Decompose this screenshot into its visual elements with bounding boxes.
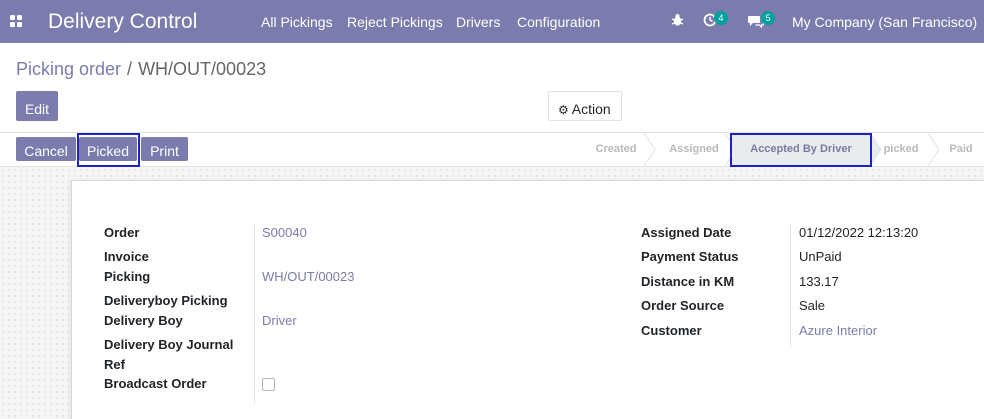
- stage-paid[interactable]: Paid: [938, 133, 984, 166]
- menu-all-pickings[interactable]: All Pickings: [261, 14, 333, 30]
- field-divider: [254, 224, 255, 404]
- assigned-date-value: 01/12/2022 12:13:20: [799, 225, 919, 240]
- stage-picked[interactable]: picked: [876, 133, 926, 166]
- message-count-badge: 5: [761, 11, 775, 25]
- order-source-value: Sale: [799, 298, 826, 313]
- picking-label: Picking: [104, 269, 151, 284]
- print-button[interactable]: Print: [141, 137, 188, 161]
- breadcrumb-parent[interactable]: Picking order: [16, 59, 121, 79]
- breadcrumb: Picking order / WH/OUT/00023: [16, 58, 266, 80]
- delivery-boy-link[interactable]: Driver: [262, 313, 297, 329]
- app-brand[interactable]: Delivery Control: [48, 9, 197, 35]
- customer-label: Customer: [641, 323, 702, 338]
- assigned-date-label: Assigned Date: [641, 225, 732, 240]
- delivery-boy-journal-ref-label: Ref: [104, 357, 125, 372]
- broadcast-order-checkbox[interactable]: [262, 378, 275, 391]
- payment-status-label: Payment Status: [641, 249, 739, 264]
- cancel-button[interactable]: Cancel: [16, 137, 76, 161]
- menu-reject-pickings[interactable]: Reject Pickings: [347, 14, 443, 30]
- stage-chevron-icon: [644, 133, 656, 166]
- action-button-label: Action: [571, 100, 611, 117]
- payment-status-value: UnPaid: [799, 249, 842, 264]
- edit-button[interactable]: Edit: [16, 91, 58, 121]
- activity-count-badge: 4: [714, 11, 728, 25]
- distance-label: Distance in KM: [641, 274, 735, 289]
- apps-grid-icon[interactable]: [10, 15, 22, 27]
- customer-link[interactable]: Azure Interior: [799, 323, 877, 339]
- delivery-boy-label: Delivery Boy: [104, 313, 183, 328]
- picking-link[interactable]: WH/OUT/00023: [262, 269, 354, 285]
- menu-configuration[interactable]: Configuration: [517, 14, 600, 30]
- breadcrumb-current: WH/OUT/00023: [138, 59, 267, 79]
- picked-button[interactable]: Picked: [79, 137, 137, 161]
- action-button[interactable]: ⚙ Action: [548, 91, 622, 121]
- order-source-label: Order Source: [641, 298, 725, 313]
- breadcrumb-separator: /: [127, 59, 133, 79]
- delivery-boy-journal-label: Delivery Boy Journal: [104, 337, 234, 352]
- top-navbar: Delivery Control All Pickings Reject Pic…: [0, 0, 984, 43]
- stage-accepted-by-driver[interactable]: Accepted By Driver: [731, 133, 871, 166]
- company-switcher[interactable]: My Company (San Francisco): [792, 14, 977, 30]
- gear-icon: ⚙: [558, 102, 569, 117]
- stage-created[interactable]: Created: [580, 133, 652, 166]
- invoice-label: Invoice: [104, 249, 149, 264]
- stage-assigned[interactable]: Assigned: [656, 133, 732, 166]
- menu-drivers[interactable]: Drivers: [456, 14, 500, 30]
- order-label: Order: [104, 225, 140, 240]
- distance-value: 133.17: [799, 274, 839, 289]
- order-link[interactable]: S00040: [262, 225, 307, 241]
- field-divider: [790, 224, 791, 347]
- bug-icon[interactable]: [671, 13, 684, 27]
- stage-pipeline: Created Assigned Accepted By Driver pick…: [580, 133, 984, 166]
- broadcast-order-label: Broadcast Order: [104, 376, 207, 391]
- deliveryboy-picking-label: Deliveryboy Picking: [104, 293, 228, 308]
